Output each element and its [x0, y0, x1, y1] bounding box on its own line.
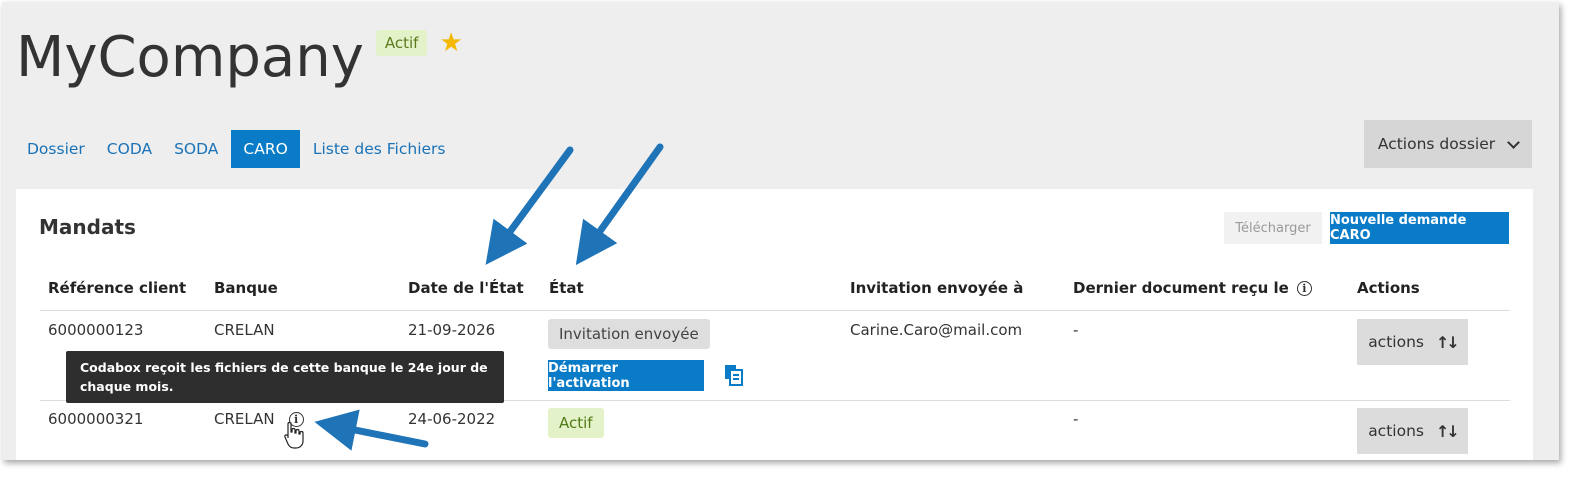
copy-icon[interactable] — [724, 364, 744, 386]
tab-soda[interactable]: SODA — [163, 130, 229, 168]
row-2-actions-label: actions — [1368, 422, 1424, 440]
row-1-state-date: 21-09-2026 — [408, 321, 496, 339]
row-1-state-badge: Invitation envoyée — [548, 319, 710, 349]
download-button[interactable]: Télécharger — [1224, 212, 1322, 244]
company-status-badge: Actif — [375, 30, 428, 56]
column-header-invitation: Invitation envoyée à — [850, 279, 1024, 297]
sort-arrows-icon: ↑↓ — [1435, 332, 1460, 352]
mandates-panel: Mandats Télécharger Nouvelle demande CAR… — [16, 189, 1533, 460]
new-caro-request-button[interactable]: Nouvelle demande CARO — [1330, 212, 1509, 244]
bank-info-tooltip: Codabox reçoit les fichiers de cette ban… — [66, 351, 504, 403]
column-header-actions: Actions — [1357, 279, 1420, 297]
sort-arrows-icon: ↑↓ — [1435, 421, 1460, 441]
dossier-actions-button[interactable]: Actions dossier — [1364, 120, 1532, 168]
row-2-bank-label: CRELAN — [214, 410, 275, 428]
column-header-state-date: Date de l'État — [408, 279, 524, 297]
info-icon[interactable]: i — [1296, 280, 1312, 296]
column-header-last-document: Dernier document reçu le i — [1073, 279, 1312, 297]
start-activation-button[interactable]: Démarrer l'activation — [548, 360, 704, 391]
row-1-invitation-email: Carine.Caro@mail.com — [850, 321, 1023, 339]
company-header: MyCompany Actif ★ — [16, 22, 463, 94]
row-2-reference: 6000000321 — [48, 410, 144, 428]
column-header-reference: Référence client — [48, 279, 187, 297]
row-2-actions-button[interactable]: actions ↑↓ — [1357, 408, 1468, 454]
dossier-actions-label: Actions dossier — [1377, 135, 1496, 153]
chevron-down-icon — [1507, 135, 1520, 149]
tab-dossier[interactable]: Dossier — [16, 130, 96, 168]
folder-tabs: Dossier CODA SODA CARO Liste des Fichier… — [16, 130, 456, 168]
row-1-actions-label: actions — [1368, 333, 1424, 351]
column-header-state: État — [549, 279, 584, 297]
row-1-bank: CRELAN — [214, 321, 275, 339]
row-2-last-document: - — [1073, 410, 1079, 428]
row-2-state-badge: Actif — [548, 408, 604, 438]
page-title: MyCompany — [16, 25, 364, 90]
row-2-bank: CRELAN i — [214, 410, 304, 428]
row-2-state-date: 24-06-2022 — [408, 410, 496, 428]
column-header-bank: Banque — [214, 279, 278, 297]
tab-caro[interactable]: CARO — [231, 130, 300, 168]
header-divider — [40, 310, 1510, 311]
column-header-last-document-label: Dernier document reçu le — [1073, 279, 1289, 297]
bank-info-icon[interactable]: i — [288, 411, 304, 427]
row-1-actions-button[interactable]: actions ↑↓ — [1357, 319, 1468, 365]
row-1-reference: 6000000123 — [48, 321, 144, 339]
mandates-title: Mandats — [39, 215, 136, 239]
star-icon[interactable]: ★ — [439, 27, 462, 59]
tab-coda[interactable]: CODA — [96, 130, 163, 168]
row-1-last-document: - — [1073, 321, 1079, 339]
tab-file-list[interactable]: Liste des Fichiers — [302, 130, 457, 168]
